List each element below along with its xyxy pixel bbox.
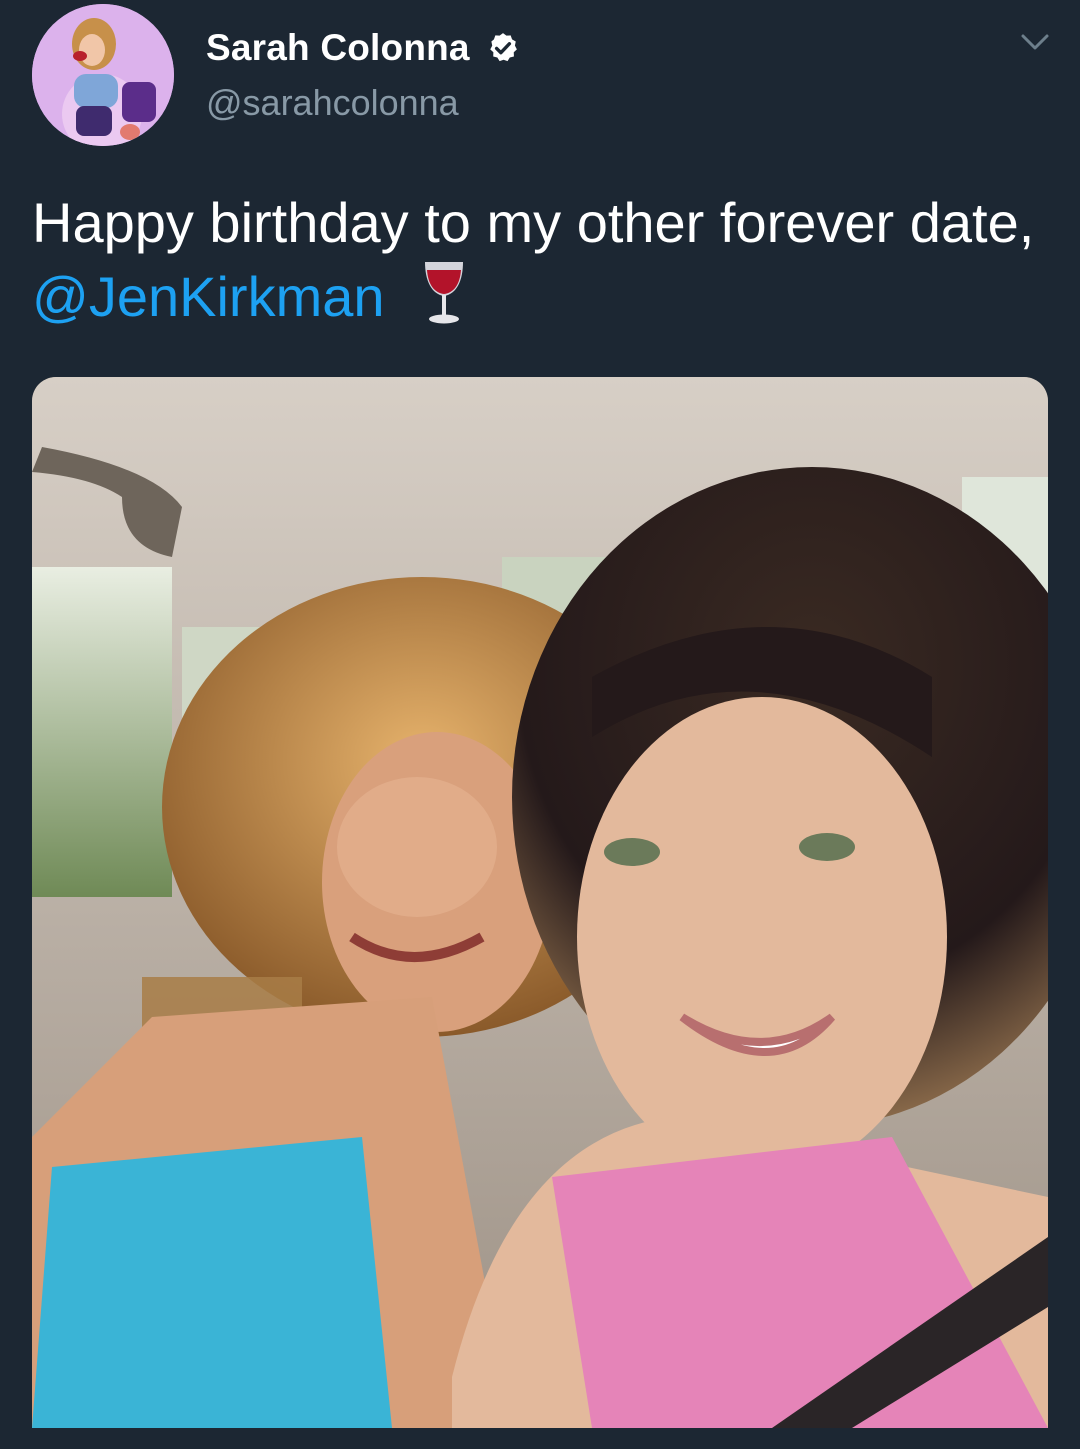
tweet: Sarah Colonna @sarahcolonna Happy birthd… (0, 0, 1080, 1449)
tweet-text: Happy birthday to my other forever date,… (32, 186, 1042, 334)
tweet-text-body: Happy birthday to my other forever date, (32, 191, 1035, 254)
author-name-row[interactable]: Sarah Colonna (206, 24, 520, 72)
bottom-divider (0, 1428, 1080, 1449)
author-display-name[interactable]: Sarah Colonna (206, 27, 470, 69)
avatar-photo-icon (32, 4, 174, 146)
photo-image (32, 377, 1048, 1428)
verified-badge-icon (489, 33, 517, 62)
author-handle[interactable]: @sarahcolonna (206, 82, 459, 124)
tweet-photo[interactable] (32, 377, 1048, 1428)
chevron-down-icon[interactable] (1018, 30, 1052, 54)
author-avatar[interactable] (32, 4, 174, 146)
mention-link[interactable]: @JenKirkman (32, 265, 385, 328)
wine-glass-icon (424, 262, 463, 324)
